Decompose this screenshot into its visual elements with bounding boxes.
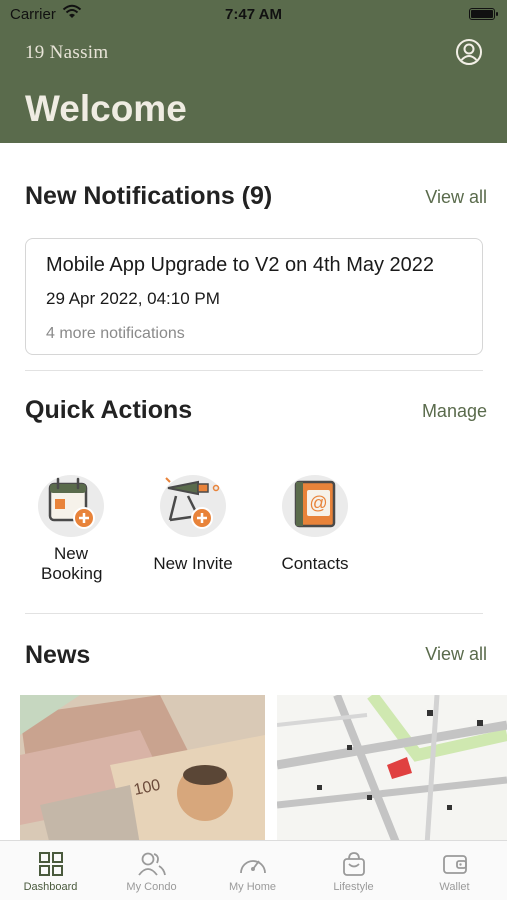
wallet-icon [442, 855, 467, 874]
tab-dashboard[interactable]: Dashboard [0, 841, 101, 900]
new-invite-action[interactable]: New Invite [138, 470, 248, 574]
news-view-all-link[interactable]: View all [425, 644, 487, 665]
divider [25, 370, 483, 371]
svg-text:@: @ [309, 493, 327, 513]
tab-my-condo[interactable]: My Condo [101, 841, 202, 900]
contacts-label: Contacts [281, 554, 349, 573]
app-header: Carrier 7:47 AM 19 Nassim Welcome [0, 0, 507, 143]
status-bar: Carrier 7:47 AM [0, 0, 507, 30]
calendar-add-icon [38, 475, 104, 537]
news-card-currency[interactable]: 100 [20, 695, 265, 845]
news-card-map[interactable] [277, 695, 507, 845]
tab-label: My Condo [126, 881, 177, 893]
new-booking-action[interactable]: New Booking [16, 470, 126, 584]
battery-icon [469, 8, 498, 20]
people-icon [137, 852, 166, 876]
new-booking-label: New Booking [41, 544, 103, 583]
shopping-bag-icon [342, 852, 365, 876]
tab-label: Lifestyle [333, 881, 374, 893]
tab-label: Wallet [439, 881, 470, 893]
new-invite-label: New Invite [153, 554, 233, 573]
notification-card[interactable]: Mobile App Upgrade to V2 on 4th May 2022… [25, 238, 483, 355]
location-map-image [277, 695, 507, 845]
tab-label: My Home [228, 881, 277, 893]
trumpet-add-icon [160, 475, 226, 537]
contact-book-icon: @ [282, 475, 348, 537]
status-time: 7:47 AM [225, 6, 282, 23]
notifications-view-all-link[interactable]: View all [425, 187, 487, 208]
tab-my-home[interactable]: My Home [202, 841, 303, 900]
welcome-heading: Welcome [25, 88, 187, 129]
tab-wallet[interactable]: Wallet [404, 841, 505, 900]
notifications-title: New Notifications (9) [25, 182, 273, 210]
bottom-tab-bar: Dashboard My Condo My Home Lifestyle Wal… [0, 840, 507, 900]
more-notifications-text: 4 more notifications [46, 325, 185, 342]
notification-date: 29 Apr 2022, 04:10 PM [46, 289, 220, 308]
tab-label: Dashboard [23, 881, 78, 893]
user-circle-icon[interactable] [455, 38, 483, 66]
gauge-icon [239, 860, 266, 874]
quick-actions-title: Quick Actions [25, 396, 193, 424]
divider [25, 613, 483, 614]
news-title: News [25, 641, 91, 669]
notification-title: Mobile App Upgrade to V2 on 4th May 2022 [46, 254, 435, 276]
brand-name: 19 Nassim [25, 42, 109, 63]
contacts-action[interactable]: @ Contacts [260, 470, 370, 574]
currency-notes-image: 100 [20, 695, 265, 845]
grid-icon [38, 852, 63, 876]
tab-lifestyle[interactable]: Lifestyle [303, 841, 404, 900]
manage-link[interactable]: Manage [422, 401, 487, 422]
